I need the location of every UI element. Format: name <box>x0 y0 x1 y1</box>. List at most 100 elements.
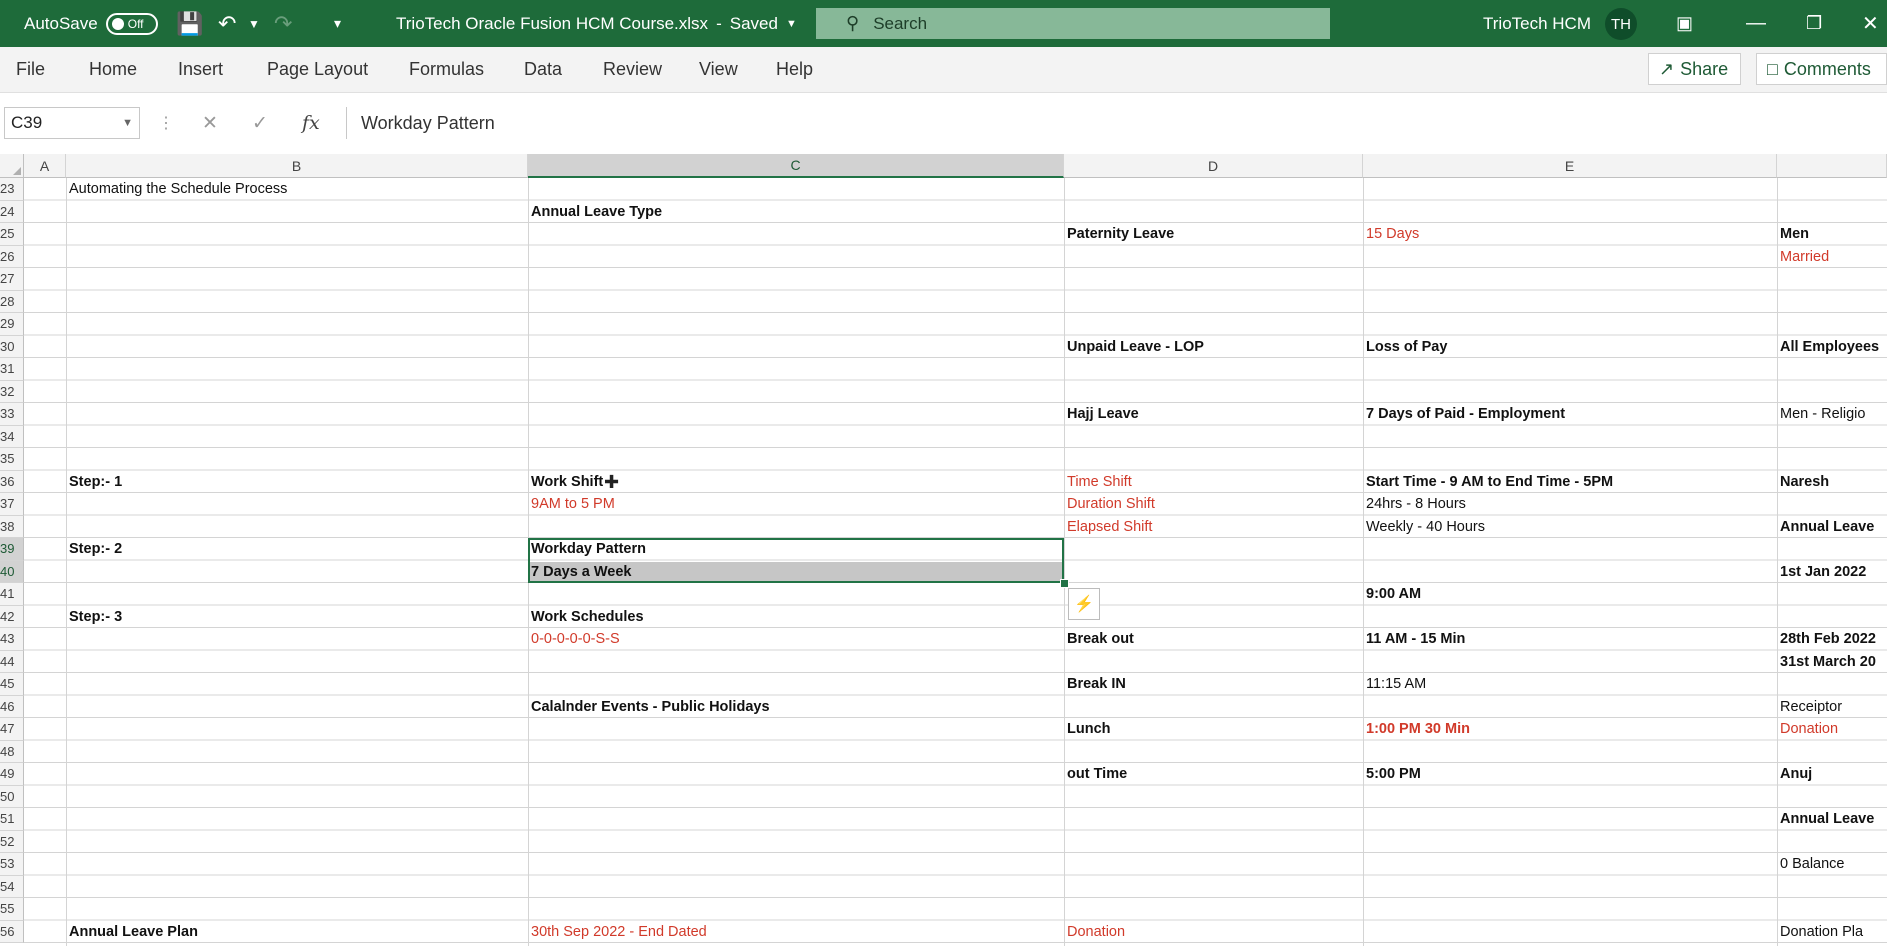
column-header-f[interactable] <box>1777 154 1887 178</box>
row-header[interactable]: 37 <box>0 493 24 516</box>
account-name[interactable]: TrioTech HCM <box>1483 0 1591 47</box>
row-header[interactable]: 56 <box>0 920 24 943</box>
cell-b23[interactable]: Automating the Schedule Process <box>66 178 528 201</box>
cell-d49[interactable]: out Time <box>1064 763 1363 786</box>
row-header[interactable]: 32 <box>0 380 24 403</box>
formula-input[interactable]: Workday Pattern <box>346 107 1887 139</box>
cell-f33[interactable]: Men - Religio <box>1777 403 1887 426</box>
cell-f25[interactable]: Men <box>1777 223 1887 246</box>
row-header[interactable]: 41 <box>0 583 24 606</box>
row-header[interactable]: 28 <box>0 290 24 313</box>
cell-d33[interactable]: Hajj Leave <box>1064 403 1363 426</box>
row-header[interactable]: 53 <box>0 853 24 876</box>
more-options-icon[interactable]: ⋮ <box>158 107 174 139</box>
row-header[interactable]: 36 <box>0 470 24 493</box>
cell-f56[interactable]: Donation Pla <box>1777 921 1887 944</box>
cell-f46[interactable]: Receiptor <box>1777 696 1887 719</box>
row-header[interactable]: 40 <box>0 560 24 583</box>
cell-e25[interactable]: 15 Days <box>1363 223 1777 246</box>
cell-d45[interactable]: Break IN <box>1064 673 1363 696</box>
column-header-c[interactable]: C <box>528 154 1064 178</box>
row-header[interactable]: 43 <box>0 628 24 651</box>
column-header-a[interactable]: A <box>24 154 66 178</box>
row-header[interactable]: 39 <box>0 538 24 561</box>
row-header[interactable]: 54 <box>0 875 24 898</box>
cell-c39[interactable]: Workday Pattern <box>528 538 1064 561</box>
column-header-b[interactable]: B <box>66 154 528 178</box>
cell-e49[interactable]: 5:00 PM <box>1363 763 1777 786</box>
cell-f36[interactable]: Naresh <box>1777 471 1887 494</box>
cell-f30[interactable]: All Employees <box>1777 336 1887 359</box>
quick-analysis-icon[interactable]: ⚡ <box>1068 588 1100 620</box>
row-header[interactable]: 25 <box>0 223 24 246</box>
cell-e30[interactable]: Loss of Pay <box>1363 336 1777 359</box>
fill-handle[interactable] <box>1060 579 1069 588</box>
cell-f26[interactable]: Married <box>1777 246 1887 269</box>
tab-insert[interactable]: Insert <box>178 47 223 92</box>
tab-view[interactable]: View <box>699 47 738 92</box>
save-icon[interactable]: 💾 <box>176 0 203 47</box>
cell-f40[interactable]: 1st Jan 2022 <box>1777 561 1887 584</box>
search-box[interactable]: ⚲ Search <box>816 8 1330 39</box>
cell-d36[interactable]: Time Shift <box>1064 471 1363 494</box>
cell-e38[interactable]: Weekly - 40 Hours <box>1363 516 1777 539</box>
tab-page-layout[interactable]: Page Layout <box>267 47 368 92</box>
cell-f51[interactable]: Annual Leave <box>1777 808 1887 831</box>
row-header[interactable]: 24 <box>0 200 24 223</box>
cell-c56[interactable]: 30th Sep 2022 - End Dated <box>528 921 1064 944</box>
cell-f53[interactable]: 0 Balance <box>1777 853 1887 876</box>
tab-formulas[interactable]: Formulas <box>409 47 484 92</box>
cell-e47[interactable]: 1:00 PM 30 Min <box>1363 718 1777 741</box>
row-header[interactable]: 23 <box>0 178 24 201</box>
cell-e36[interactable]: Start Time - 9 AM to End Time - 5PM <box>1363 471 1777 494</box>
restore-icon[interactable]: ❐ <box>1806 0 1822 47</box>
column-header-e[interactable]: E <box>1363 154 1777 178</box>
row-header[interactable]: 30 <box>0 335 24 358</box>
cell-b42[interactable]: Step:- 3 <box>66 606 528 629</box>
row-header[interactable]: 48 <box>0 740 24 763</box>
cell-d43[interactable]: Break out <box>1064 628 1363 651</box>
row-header[interactable]: 49 <box>0 763 24 786</box>
cell-d30[interactable]: Unpaid Leave - LOP <box>1064 336 1363 359</box>
cell-d37[interactable]: Duration Shift <box>1064 493 1363 516</box>
cell-d38[interactable]: Elapsed Shift <box>1064 516 1363 539</box>
row-header[interactable]: 44 <box>0 650 24 673</box>
tab-help[interactable]: Help <box>776 47 813 92</box>
cell-f49[interactable]: Anuj <box>1777 763 1887 786</box>
cell-c37[interactable]: 9AM to 5 PM <box>528 493 1064 516</box>
ribbon-display-icon[interactable]: ▣ <box>1676 0 1693 47</box>
close-icon[interactable]: ✕ <box>1862 0 1879 47</box>
tab-review[interactable]: Review <box>603 47 662 92</box>
row-header[interactable]: 52 <box>0 830 24 853</box>
cell-e43[interactable]: 11 AM - 15 Min <box>1363 628 1777 651</box>
row-header[interactable]: 45 <box>0 673 24 696</box>
name-box[interactable]: C39 ▼ <box>4 107 140 139</box>
cell-c43[interactable]: 0-0-0-0-0-S-S <box>528 628 1064 651</box>
undo-dropdown-icon[interactable]: ▼ <box>248 0 260 47</box>
cell-c40[interactable]: 7 Days a Week <box>528 561 1064 584</box>
avatar[interactable]: TH <box>1605 8 1637 40</box>
row-header[interactable]: 47 <box>0 718 24 741</box>
cell-f44[interactable]: 31st March 20 <box>1777 651 1887 674</box>
cell-d25[interactable]: Paternity Leave <box>1064 223 1363 246</box>
row-header[interactable]: 46 <box>0 695 24 718</box>
row-header[interactable]: 51 <box>0 808 24 831</box>
cell-b36[interactable]: Step:- 1 <box>66 471 528 494</box>
customize-toolbar-icon[interactable]: ▾ <box>334 0 341 47</box>
autosave-toggle[interactable]: Off <box>105 12 158 35</box>
enter-icon[interactable]: ✓ <box>252 107 268 139</box>
cell-c24[interactable]: Annual Leave Type <box>528 201 1064 224</box>
chevron-down-icon[interactable]: ▼ <box>122 117 133 129</box>
undo-icon[interactable]: ↶ <box>218 0 236 47</box>
cell-e37[interactable]: 24hrs - 8 Hours <box>1363 493 1777 516</box>
insert-function-icon[interactable]: fx <box>302 107 320 139</box>
cell-b39[interactable]: Step:- 2 <box>66 538 528 561</box>
cell-b56[interactable]: Annual Leave Plan <box>66 921 528 944</box>
row-header[interactable]: 33 <box>0 403 24 426</box>
cell-c42[interactable]: Work Schedules <box>528 606 1064 629</box>
cell-f47[interactable]: Donation <box>1777 718 1887 741</box>
autosave[interactable]: AutoSave Off <box>24 0 158 47</box>
cell-d56[interactable]: Donation <box>1064 921 1363 944</box>
tab-home[interactable]: Home <box>89 47 137 92</box>
select-all-corner[interactable] <box>0 154 24 178</box>
